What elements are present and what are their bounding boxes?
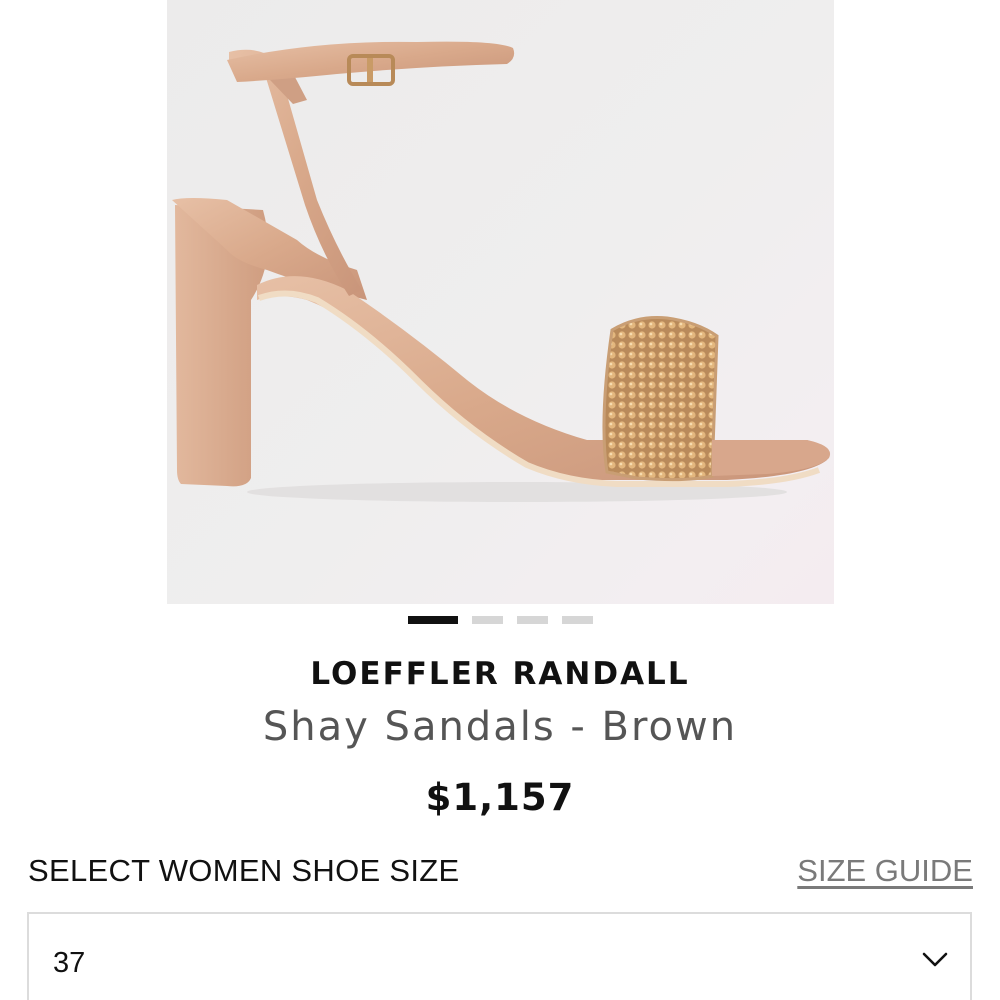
product-price: $1,157 <box>425 776 575 819</box>
carousel-dot-4[interactable] <box>561 616 593 624</box>
product-page: LOEFFLER RANDALL Shay Sandals - Brown $1… <box>0 0 1000 1000</box>
carousel-dot-3[interactable] <box>516 616 548 624</box>
size-heading: SELECT WOMEN SHOE SIZE <box>28 853 460 888</box>
carousel-indicators <box>0 614 1000 626</box>
size-select[interactable]: 37 <box>27 912 972 1000</box>
carousel-dot-2[interactable] <box>471 616 503 624</box>
chevron-down-icon <box>922 952 948 967</box>
product-title: Shay Sandals - Brown <box>262 704 738 750</box>
carousel-dot-1[interactable] <box>407 616 458 624</box>
product-image[interactable] <box>167 0 834 604</box>
selected-size: 37 <box>53 947 86 979</box>
size-guide-link[interactable]: SIZE GUIDE <box>797 853 973 889</box>
sandal-illustration <box>172 41 831 502</box>
brand-name[interactable]: LOEFFLER RANDALL <box>0 656 1000 692</box>
